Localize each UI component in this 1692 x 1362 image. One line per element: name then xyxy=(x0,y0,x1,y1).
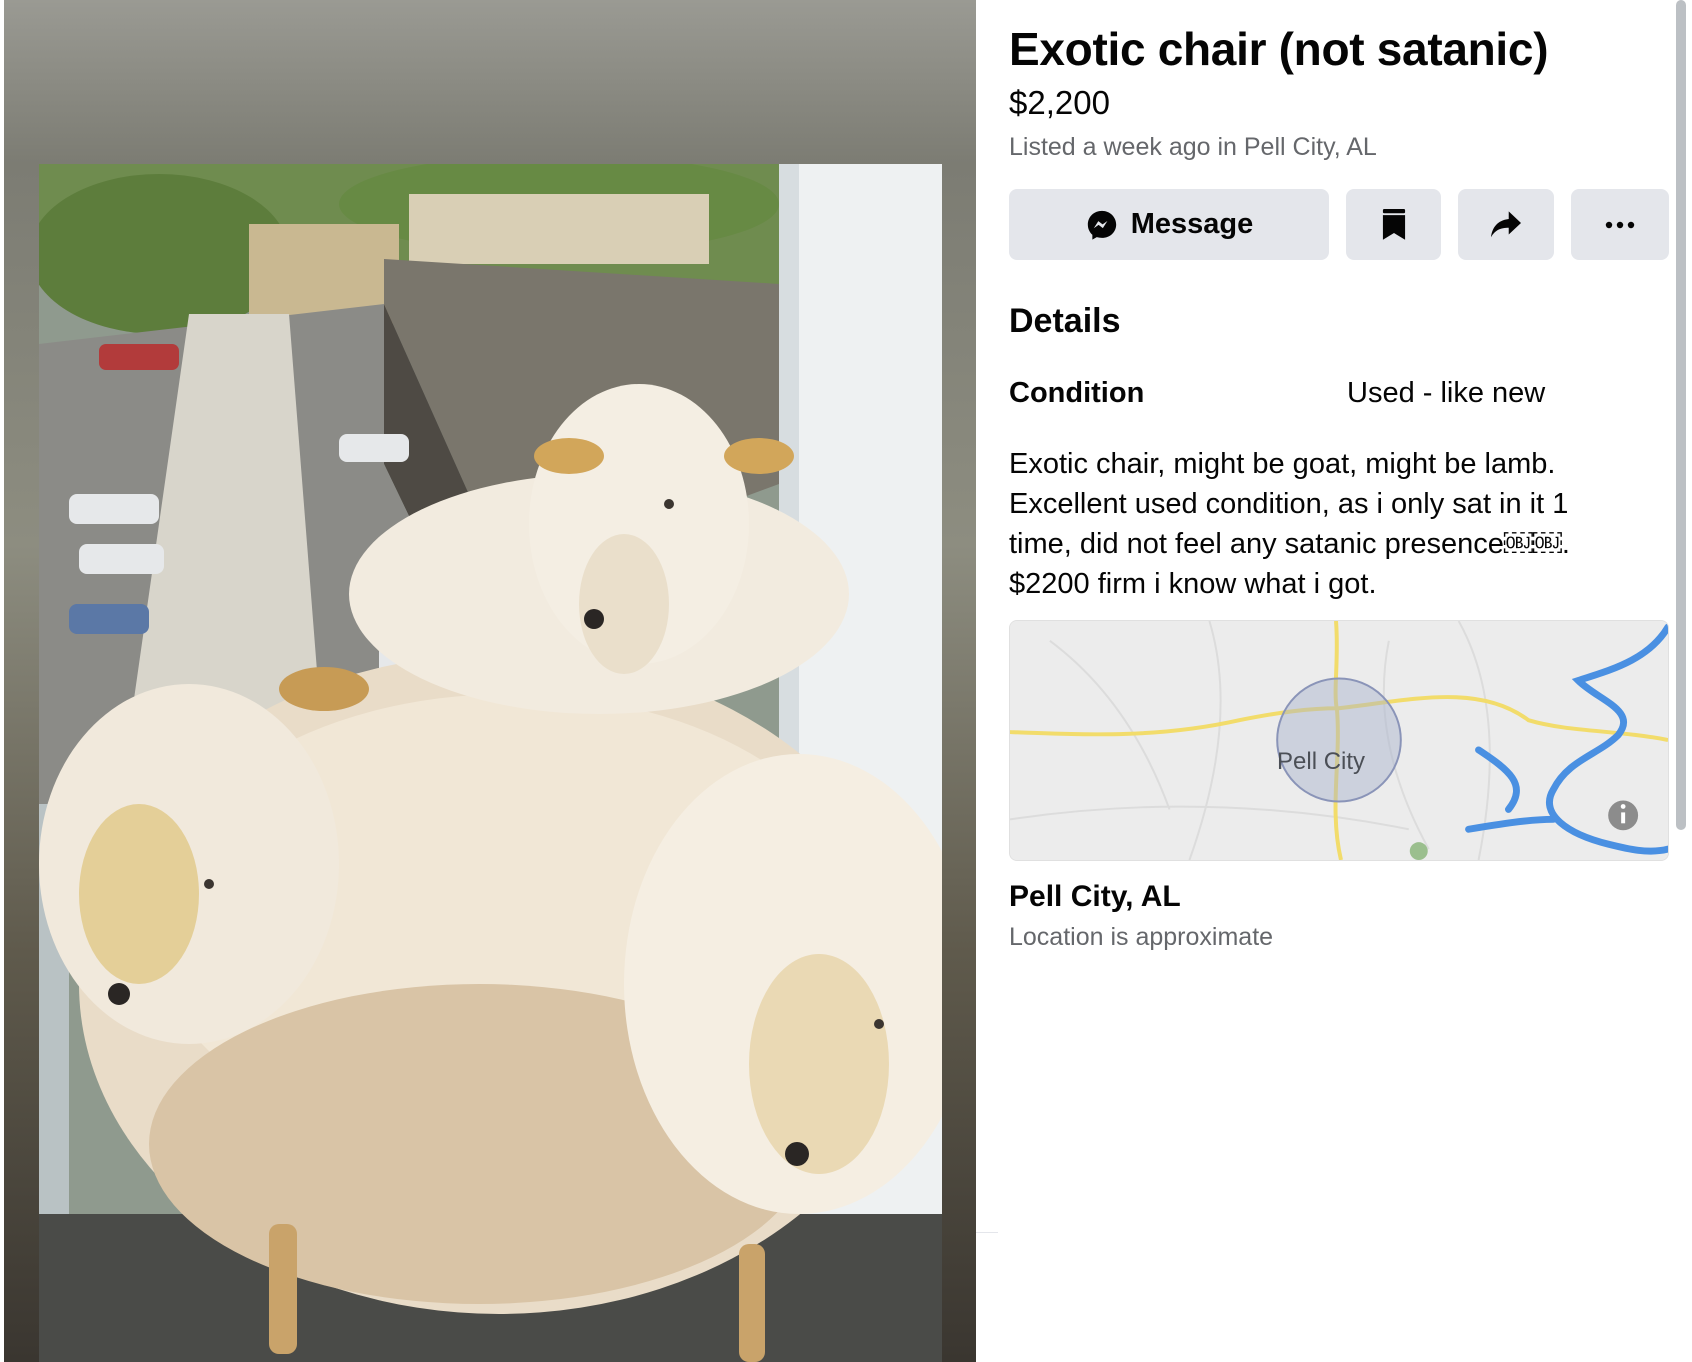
description-line: Excellent used condition, as i only sat … xyxy=(1009,488,1569,520)
media-viewer xyxy=(4,0,976,1362)
listing-photo[interactable] xyxy=(39,164,942,1362)
description-line: time, did not feel any satanic presence￼… xyxy=(1009,528,1570,560)
messenger-icon xyxy=(1085,208,1119,242)
listing-description: Exotic chair, might be goat, might be la… xyxy=(1009,444,1649,604)
location-note: Location is approximate xyxy=(1009,923,1274,951)
map-city-label: Pell City xyxy=(1277,748,1366,775)
map-canvas xyxy=(1010,621,1668,860)
description-line: Exotic chair, might be goat, might be la… xyxy=(1009,448,1556,480)
pane-divider xyxy=(976,1232,998,1233)
more-options-button[interactable] xyxy=(1571,189,1669,260)
share-button[interactable] xyxy=(1458,189,1554,260)
listing-date-location: Listed a week ago in Pell City, AL xyxy=(1009,133,1377,161)
listing-title: Exotic chair (not satanic) xyxy=(1009,23,1549,75)
listing-price: $2,200 xyxy=(1009,84,1110,121)
more-dots-icon xyxy=(1605,221,1635,229)
action-bar: Message xyxy=(1009,189,1669,260)
save-button[interactable] xyxy=(1346,189,1441,260)
bookmark-icon xyxy=(1381,208,1407,241)
location-name: Pell City, AL xyxy=(1009,880,1181,913)
description-line: $2200 firm i know what i got. xyxy=(1009,568,1377,600)
listing-details-panel: Exotic chair (not satanic) $2,200 Listed… xyxy=(1009,0,1669,1362)
condition-label: Condition xyxy=(1009,377,1145,409)
share-arrow-icon xyxy=(1489,210,1523,240)
message-button[interactable]: Message xyxy=(1009,189,1329,260)
message-button-label: Message xyxy=(1130,208,1254,240)
condition-value: Used - like new xyxy=(1347,377,1546,409)
details-heading: Details xyxy=(1009,302,1121,340)
location-map[interactable] xyxy=(1009,620,1669,861)
scrollbar[interactable] xyxy=(1676,0,1686,830)
sheep-chair-image xyxy=(39,164,942,1362)
map-info-icon[interactable] xyxy=(1608,800,1639,831)
